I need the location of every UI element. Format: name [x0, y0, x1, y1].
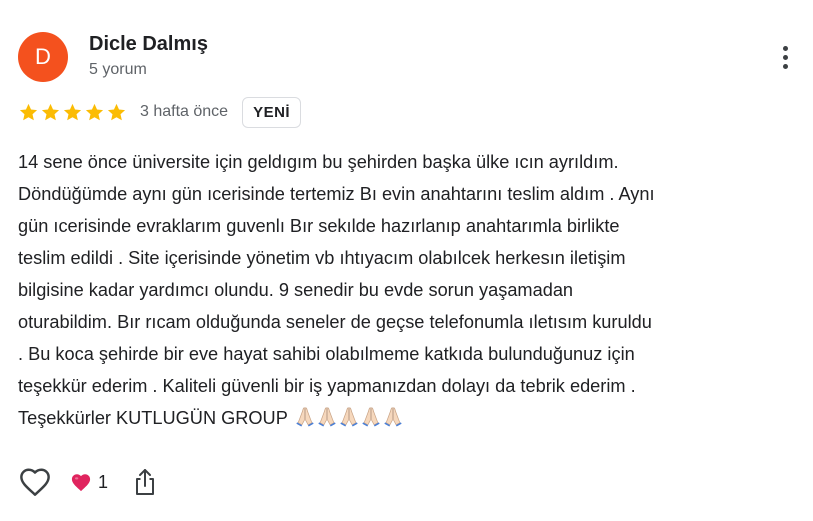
folded-hands-emoji	[318, 407, 336, 427]
star-icon	[85, 103, 104, 120]
folded-hands-emoji-group	[294, 405, 404, 427]
review-age: 3 hafta önce	[140, 103, 229, 120]
rating-row: 3 hafta önce YENİ	[18, 96, 302, 128]
review-text-line: oturabildim. Bır rıcam olduğunda seneler…	[18, 312, 652, 332]
new-badge: YENİ	[242, 96, 302, 128]
review-actions: 1	[18, 464, 160, 500]
author-review-count: 5 yorum	[89, 61, 147, 78]
share-button[interactable]	[130, 465, 160, 499]
star-icon	[41, 103, 60, 120]
review-card: D Dicle Dalmış 5 yorum 3 hafta önce YENİ…	[0, 0, 813, 521]
more-options-icon-dot	[782, 63, 788, 69]
heart-outline-icon	[20, 468, 50, 496]
more-options-icon	[782, 45, 788, 51]
review-text: 14 sene önce üniversite için geldıgım bu…	[18, 146, 803, 434]
reaction-count: 1	[98, 471, 109, 492]
review-text-line: gün ıcerisinde evraklarım guvenlı Bır se…	[18, 216, 620, 236]
folded-hands-emoji	[384, 407, 402, 427]
avatar[interactable]: D	[18, 32, 68, 82]
review-text-line: teşekkür ederim . Kaliteli güvenli bir i…	[18, 376, 636, 396]
folded-hands-emoji	[340, 407, 358, 427]
more-options-button[interactable]	[771, 40, 799, 74]
star-icon	[63, 103, 82, 120]
reaction-button[interactable]: 1	[70, 472, 108, 493]
share-icon	[136, 469, 155, 495]
author-name[interactable]: Dicle Dalmış	[89, 33, 208, 56]
avatar-initial: D	[35, 44, 51, 69]
review-text-line: . Bu koca şehirde bir eve hayat sahibi o…	[18, 344, 635, 364]
red-heart-icon	[71, 474, 91, 492]
review-text-line: Döndüğümde aynı gün ıcerisinde tertemiz …	[18, 184, 655, 204]
star-icon	[107, 103, 126, 120]
more-options-icon-dot	[782, 54, 788, 60]
review-text-line: 14 sene önce üniversite için geldıgım bu…	[18, 152, 619, 172]
review-text-line: Teşekkürler KUTLUGÜN GROUP	[18, 408, 288, 428]
folded-hands-emoji	[362, 407, 380, 427]
review-text-line: teslim edildi . Site içerisinde yönetim …	[18, 248, 626, 268]
folded-hands-emoji	[296, 407, 314, 427]
like-button[interactable]	[18, 465, 52, 499]
star-icon	[19, 103, 38, 120]
review-text-line: bilgisine kadar yardımcı olundu. 9 sened…	[18, 280, 574, 300]
star-rating	[18, 102, 127, 123]
